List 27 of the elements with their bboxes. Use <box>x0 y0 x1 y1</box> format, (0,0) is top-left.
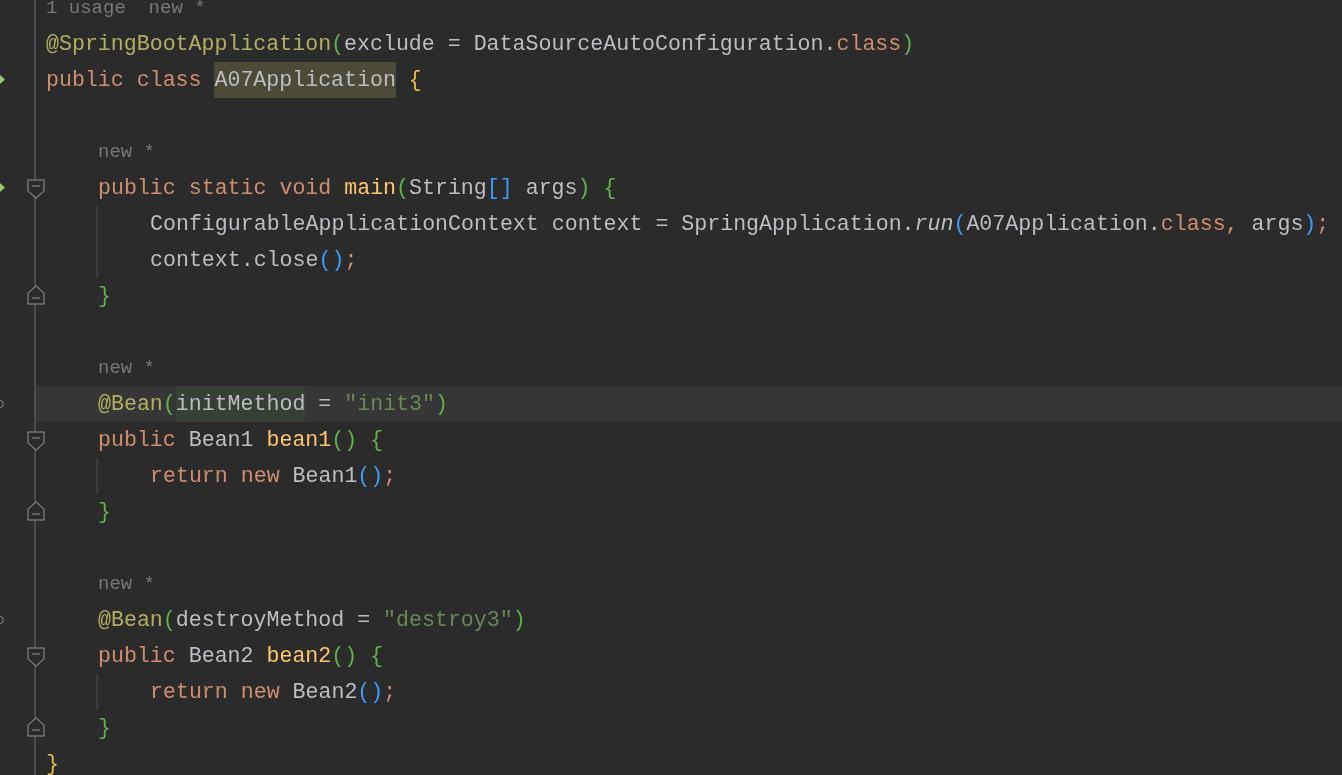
code-line: return new Bean1(); <box>150 463 397 490</box>
code-line: public class A07Application { <box>46 62 422 98</box>
fold-expand-icon[interactable] <box>27 501 45 521</box>
fold-collapse-icon[interactable] <box>27 179 45 199</box>
code-line: @Bean(destroyMethod = "destroy3") <box>98 607 526 634</box>
fold-expand-icon[interactable] <box>27 717 45 737</box>
run-icon[interactable] <box>0 75 5 84</box>
code-line: ConfigurableApplicationContext context = SpringApplication.run(A07Application.class, args); <box>150 211 1330 238</box>
code-line: @SpringBootApplication(exclude = DataSourceAutoConfiguration.class) <box>46 31 915 58</box>
usage-hint: new * <box>98 572 155 597</box>
code-line: } <box>98 499 111 526</box>
usage-hint: 1 usage new * <box>46 0 206 21</box>
fold-expand-icon[interactable] <box>27 285 45 305</box>
code-line: public static void main(String[] args) { <box>98 175 617 202</box>
code-line: context.close(); <box>150 247 358 274</box>
fold-collapse-icon[interactable] <box>27 431 45 451</box>
code-line: } <box>98 283 111 310</box>
usage-hint: new * <box>98 140 155 165</box>
code-line: public Bean1 bean1() { <box>98 427 384 454</box>
usage-hint: new * <box>98 356 155 381</box>
code-line: public Bean2 bean2() { <box>98 643 384 670</box>
code-line: return new Bean2(); <box>150 679 397 706</box>
run-icon[interactable] <box>0 183 5 192</box>
code-line: } <box>46 751 59 775</box>
fold-collapse-icon[interactable] <box>27 647 45 667</box>
code-line: @Bean(initMethod = "init3") <box>98 386 448 422</box>
code-line: } <box>98 715 111 742</box>
